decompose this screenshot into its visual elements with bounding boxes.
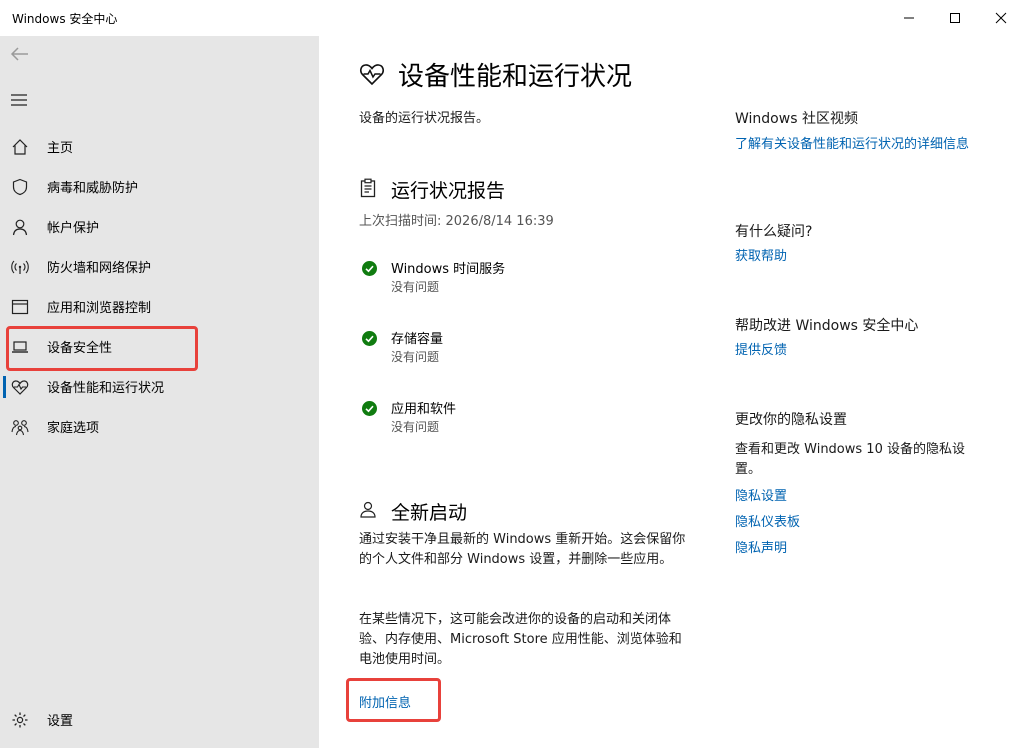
hamburger-icon — [11, 94, 27, 106]
questions-heading: 有什么疑问? — [735, 224, 813, 240]
sidebar-item-firewall[interactable]: 防火墙和网络保护 — [0, 248, 319, 284]
annotation-highlight-box — [346, 678, 441, 722]
sidebar-item-label: 家庭选项 — [47, 421, 100, 436]
sidebar-item-label: 设置 — [47, 714, 74, 729]
privacy-heading: 更改你的隐私设置 — [735, 412, 847, 428]
hamburger-menu-button[interactable] — [10, 92, 28, 106]
clipboard-report-icon — [360, 178, 376, 198]
sidebar-item-label: 帐户保护 — [47, 221, 100, 236]
heart-pulse-icon — [360, 64, 384, 86]
sidebar-item-virus-protection[interactable]: 病毒和威胁防护 — [0, 168, 319, 204]
title-bar: Windows 安全中心 — [0, 0, 1023, 36]
minimize-button[interactable] — [886, 0, 932, 36]
status-item-state: 没有问题 — [391, 280, 440, 294]
privacy-settings-link[interactable]: 隐私设置 — [735, 488, 980, 506]
maximize-button[interactable] — [932, 0, 978, 36]
sidebar-item-label: 主页 — [47, 141, 74, 156]
sidebar-item-home[interactable]: 主页 — [0, 128, 319, 164]
page-title: 设备性能和运行状况 — [398, 62, 633, 92]
person-refresh-icon — [360, 501, 376, 518]
last-scan-time: 上次扫描时间: 2026/8/14 16:39 — [359, 214, 554, 229]
status-item-name: Windows 时间服务 — [391, 262, 506, 277]
improve-heading: 帮助改进 Windows 安全中心 — [735, 318, 919, 334]
check-circle-icon — [362, 331, 377, 346]
windows-security-window: Windows 安全中心 主页 病毒和威胁防护 帐户保护 防火墙和网络保护 应用… — [0, 0, 1023, 748]
sidebar-item-family-options[interactable]: 家庭选项 — [0, 408, 319, 444]
heart-pulse-icon — [11, 380, 29, 395]
close-button[interactable] — [978, 0, 1023, 36]
gear-icon — [12, 712, 28, 728]
status-item: 存储容量 没有问题 — [359, 326, 699, 366]
sidebar-item-app-browser-control[interactable]: 应用和浏览器控制 — [0, 288, 319, 324]
status-item: 应用和软件 没有问题 — [359, 396, 699, 436]
page-subtitle: 设备的运行状况报告。 — [359, 111, 490, 126]
check-circle-icon — [362, 401, 377, 416]
community-videos-heading: Windows 社区视频 — [735, 111, 858, 127]
sidebar-item-account-protection[interactable]: 帐户保护 — [0, 208, 319, 244]
maximize-icon — [950, 13, 960, 23]
right-pane: Windows 社区视频 了解有关设备性能和运行状况的详细信息 有什么疑问? 获… — [735, 36, 995, 736]
learn-more-link[interactable]: 了解有关设备性能和运行状况的详细信息 — [735, 136, 980, 154]
sidebar-item-label: 应用和浏览器控制 — [47, 301, 152, 316]
person-icon — [12, 219, 28, 236]
minimize-icon — [904, 17, 914, 19]
sidebar-item-device-performance-health[interactable]: 设备性能和运行状况 — [0, 368, 319, 404]
fresh-start-title: 全新启动 — [391, 502, 468, 524]
home-icon — [12, 139, 28, 155]
sidebar-item-settings[interactable]: 设置 — [0, 701, 319, 737]
window-title: Windows 安全中心 — [12, 12, 118, 26]
get-help-link[interactable]: 获取帮助 — [735, 248, 980, 266]
fresh-start-benefits: 在某些情况下，这可能会改进你的设备的启动和关闭体验、内存使用、Microsoft… — [359, 612, 682, 667]
sidebar: 主页 病毒和威胁防护 帐户保护 防火墙和网络保护 应用和浏览器控制 设备安全性 … — [0, 36, 319, 748]
status-item-state: 没有问题 — [391, 350, 440, 364]
sidebar-item-label: 防火墙和网络保护 — [47, 261, 152, 276]
fresh-start-description: 通过安装干净且最新的 Windows 重新开始。这会保留你的个人文件和部分 Wi… — [359, 532, 686, 567]
back-button[interactable] — [9, 44, 31, 64]
status-item-name: 应用和软件 — [391, 402, 457, 417]
annotation-highlight-box — [6, 326, 198, 371]
browser-window-icon — [11, 299, 29, 315]
privacy-dashboard-link[interactable]: 隐私仪表板 — [735, 514, 980, 532]
main-content: 设备性能和运行状况 设备的运行状况报告。 运行状况报告 上次扫描时间: 2026… — [319, 36, 709, 748]
privacy-description: 查看和更改 Windows 10 设备的隐私设置。 — [735, 442, 965, 477]
status-item-state: 没有问题 — [391, 420, 440, 434]
close-icon — [995, 12, 1007, 24]
status-item-name: 存储容量 — [391, 332, 444, 347]
shield-icon — [12, 178, 28, 196]
status-item: Windows 时间服务 没有问题 — [359, 256, 699, 296]
health-report-title: 运行状况报告 — [391, 180, 506, 202]
sidebar-item-label: 病毒和威胁防护 — [47, 181, 139, 196]
family-icon — [11, 420, 29, 436]
wifi-signal-icon — [11, 260, 29, 274]
check-circle-icon — [362, 261, 377, 276]
feedback-link[interactable]: 提供反馈 — [735, 342, 980, 360]
back-arrow-icon — [10, 47, 28, 61]
sidebar-item-label: 设备性能和运行状况 — [47, 381, 165, 396]
privacy-statement-link[interactable]: 隐私声明 — [735, 540, 980, 558]
